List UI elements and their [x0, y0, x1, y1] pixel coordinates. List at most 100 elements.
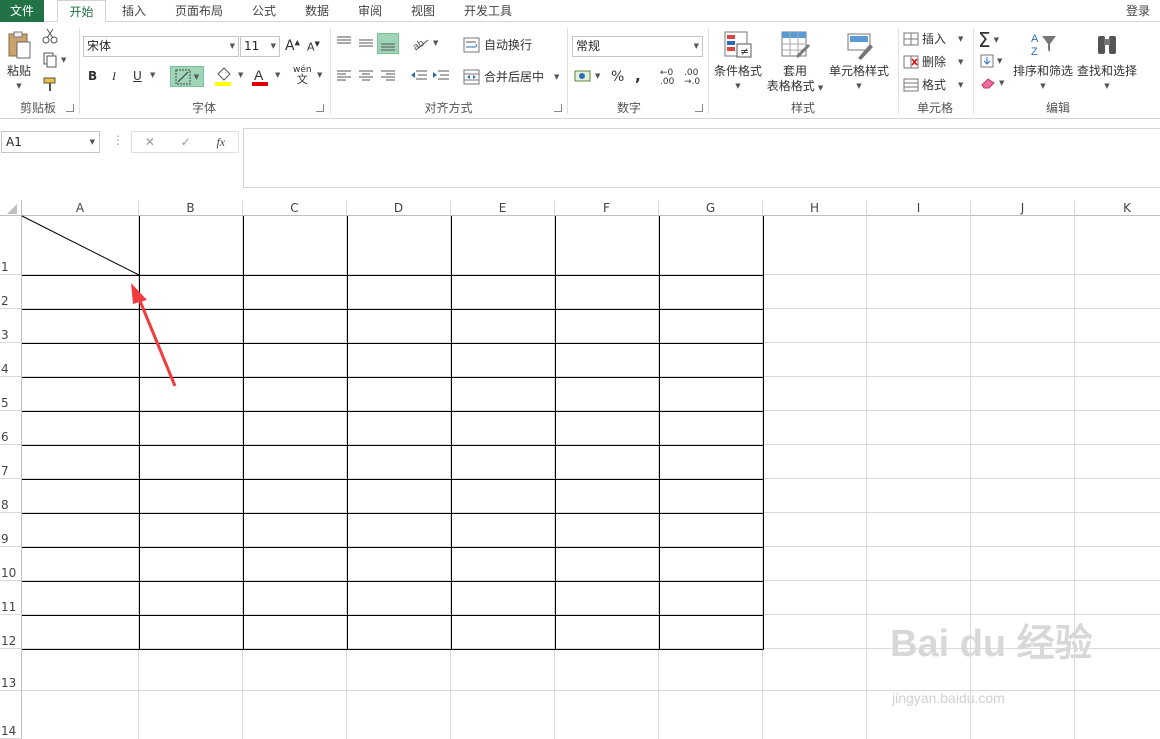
cell-styles-button[interactable]: 单元格样式 ▼ [826, 30, 892, 94]
align-right-button[interactable] [380, 70, 396, 82]
clear-button[interactable]: ▼ [980, 77, 1004, 89]
tab-data[interactable]: 数据 [296, 0, 338, 22]
wrap-text-button[interactable]: 自动换行 [463, 36, 532, 53]
format-painter-button[interactable] [42, 76, 58, 92]
row-header-7[interactable]: 7 [0, 445, 22, 479]
merge-center-button[interactable]: 合并后居中 ▼ [463, 68, 559, 85]
styles-group-label: 样式 [790, 101, 815, 115]
cut-button[interactable] [42, 28, 58, 44]
percent-button[interactable]: % [611, 69, 624, 85]
svg-text:Z: Z [1031, 46, 1038, 58]
align-middle-button[interactable] [358, 35, 374, 49]
row-header-2[interactable]: 2 [0, 275, 22, 309]
row-header-11[interactable]: 11 [0, 581, 22, 615]
column-header-g[interactable]: G [659, 200, 763, 216]
tab-developer[interactable]: 开发工具 [455, 0, 521, 22]
row-header-12[interactable]: 12 [0, 615, 22, 649]
tab-page-layout[interactable]: 页面布局 [164, 0, 234, 22]
border-button[interactable]: ▼ [170, 66, 204, 87]
increase-indent-button[interactable] [432, 69, 450, 83]
column-header-i[interactable]: I [867, 200, 971, 216]
tab-review[interactable]: 审阅 [349, 0, 391, 22]
font-color-button[interactable]: A [251, 66, 269, 86]
delete-cells-button[interactable]: 删除 ▼ [903, 53, 963, 70]
tab-file[interactable]: 文件 [0, 0, 44, 22]
sort-filter-label: 排序和筛选 [1012, 64, 1073, 78]
insert-function-icon[interactable]: fx [216, 135, 225, 150]
fill-button[interactable]: ▼ [980, 54, 1002, 68]
check-icon[interactable]: ✓ [181, 135, 191, 149]
formula-input[interactable] [243, 128, 1160, 188]
paint-bucket-icon [215, 67, 231, 86]
grow-font-button[interactable]: A▲ [285, 38, 300, 54]
autosum-button[interactable]: Σ ▼ [978, 28, 999, 52]
currency-button[interactable]: ▼ [574, 68, 600, 84]
row-header-1[interactable]: 1 [0, 216, 22, 275]
name-box[interactable]: A1 ▼ [1, 131, 100, 153]
align-left-button[interactable] [336, 70, 352, 82]
bold-button[interactable]: B [88, 69, 97, 83]
row-header-14[interactable]: 14 [0, 691, 22, 739]
chevron-down-icon: ▼ [317, 71, 323, 79]
align-top-button[interactable] [336, 35, 352, 49]
fill-color-button[interactable] [214, 66, 232, 86]
font-size-select[interactable]: 11 ▼ [240, 36, 280, 57]
phonetic-dropdown[interactable]: ▼ [314, 71, 322, 79]
number-launcher-icon[interactable] [695, 104, 703, 112]
row-header-3[interactable]: 3 [0, 309, 22, 343]
comma-button[interactable]: , [635, 67, 641, 85]
formula-bar-buttons: ✕ ✓ fx [131, 131, 239, 153]
row-header-13[interactable]: 13 [0, 649, 22, 691]
tab-home[interactable]: 开始 [57, 0, 106, 23]
insert-cells-button[interactable]: 插入 ▼ [903, 30, 963, 47]
find-select-button[interactable]: 查找和选择 ▼ [1076, 30, 1138, 94]
underline-button[interactable]: U [133, 69, 142, 83]
row-header-6[interactable]: 6 [0, 411, 22, 445]
column-header-a[interactable]: A [22, 200, 139, 216]
column-header-j[interactable]: J [971, 200, 1075, 216]
login-link[interactable]: 登录 [1126, 0, 1150, 22]
orientation-button[interactable]: ab ▼ [412, 35, 438, 51]
paste-button[interactable]: 粘贴 ▼ [4, 30, 34, 94]
conditional-formatting-button[interactable]: ≠ 条件格式 ▼ [712, 30, 764, 94]
tab-formulas[interactable]: 公式 [243, 0, 285, 22]
tab-insert[interactable]: 插入 [113, 0, 155, 22]
italic-button[interactable]: I [112, 69, 116, 84]
column-header-d[interactable]: D [347, 200, 451, 216]
row-header-8[interactable]: 8 [0, 479, 22, 513]
align-center-button[interactable] [358, 70, 374, 82]
row-header-9[interactable]: 9 [0, 513, 22, 547]
number-format-select[interactable]: 常规 ▼ [572, 36, 703, 57]
increase-decimal-button[interactable]: ←0.00 [660, 69, 674, 87]
copy-button[interactable]: ▼ [42, 52, 66, 68]
font-color-dropdown[interactable]: ▼ [272, 71, 280, 79]
column-header-b[interactable]: B [139, 200, 243, 216]
column-header-e[interactable]: E [451, 200, 555, 216]
column-header-h[interactable]: H [763, 200, 867, 216]
column-header-k[interactable]: K [1075, 200, 1160, 216]
decrease-decimal-button[interactable]: .00 →.0 [684, 69, 700, 87]
row-header-5[interactable]: 5 [0, 377, 22, 411]
tab-view[interactable]: 视图 [402, 0, 444, 22]
align-bottom-button[interactable] [377, 33, 399, 54]
sort-filter-button[interactable]: AZ 排序和筛选 ▼ [1012, 30, 1074, 94]
shrink-font-button[interactable]: A▼ [307, 40, 320, 54]
font-launcher-icon[interactable] [316, 104, 324, 112]
column-header-f[interactable]: F [555, 200, 659, 216]
select-all-corner[interactable] [0, 200, 22, 216]
alignment-launcher-icon[interactable] [554, 104, 562, 112]
cancel-icon[interactable]: ✕ [145, 135, 155, 149]
clipboard-launcher-icon[interactable] [66, 104, 74, 112]
row-header-10[interactable]: 10 [0, 547, 22, 581]
phonetic-button[interactable]: wén 文 [293, 66, 312, 86]
decrease-indent-button[interactable] [410, 69, 428, 83]
fill-color-dropdown[interactable]: ▼ [235, 71, 243, 79]
underline-dropdown[interactable]: ▼ [147, 71, 155, 79]
column-header-c[interactable]: C [243, 200, 347, 216]
paste-icon [8, 31, 31, 59]
format-cells-button[interactable]: 格式 ▼ [903, 76, 963, 93]
formula-bar-grip[interactable]: ⋮ [112, 133, 124, 147]
format-as-table-button[interactable]: 套用 表格格式 ▼ [766, 30, 824, 96]
font-family-select[interactable]: 宋体 ▼ [83, 36, 239, 57]
row-header-4[interactable]: 4 [0, 343, 22, 377]
